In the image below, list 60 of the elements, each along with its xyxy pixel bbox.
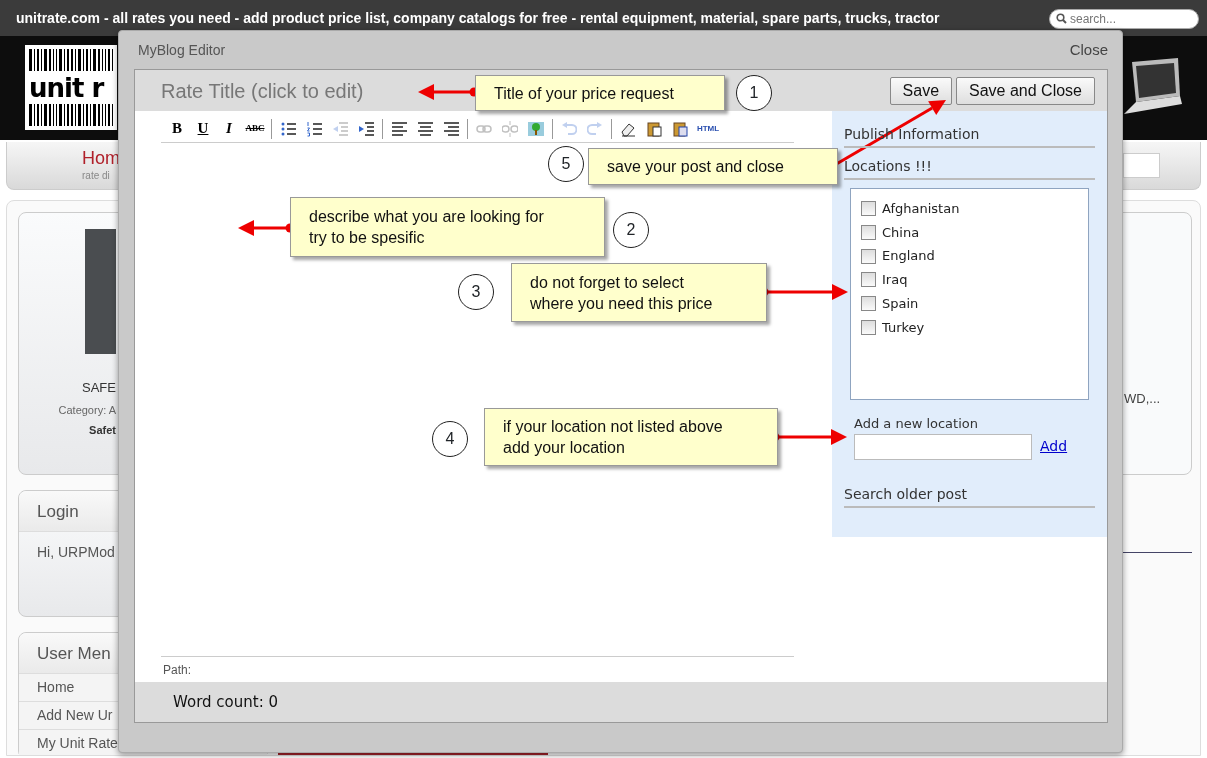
checkbox[interactable] [861,248,876,264]
callout-text: try to be spesific [309,228,426,248]
barcode-icon [29,49,113,71]
checkbox[interactable] [861,319,876,335]
underline-button[interactable]: U [191,118,215,139]
align-left-icon [391,120,407,137]
callout-text: save your post and close [607,157,785,177]
checkbox-label: Spain [882,294,919,313]
checkbox-label: Afghanistan [882,200,960,219]
html-button[interactable]: HTML [694,118,722,139]
undo-icon [561,120,577,137]
nav-subtitle: rate di [82,169,111,183]
checkbox[interactable] [861,296,876,312]
greeting-text: Hi, URPMod [36,542,116,562]
outdent-icon [332,120,348,137]
checkbox[interactable] [861,225,876,241]
word-count: Word count: 0 [173,691,278,713]
checkbox[interactable] [861,272,876,288]
bullet-list-icon [280,120,296,137]
paste-word-icon [672,120,688,137]
checkbox-label: Iraq [882,271,908,290]
field-label: Add a new location [853,415,979,433]
logo[interactable]: unit r [25,45,117,130]
product-name: SAFE [81,379,116,397]
close-link[interactable]: Close [1069,38,1108,62]
checkbox-label: Turkey [882,318,925,337]
location-input[interactable] [854,433,1032,460]
save-button[interactable]: Save [889,76,953,105]
indent-icon [358,120,374,137]
bold-button[interactable]: B [165,118,189,139]
site-tagline: unitrate.com - all rates you need - add product price list, company catalogs for free - rental equipment, material, spare parts, trucks, tractor [16,8,940,28]
unlink-icon [502,120,518,137]
product-description: Safet [88,423,116,438]
save-close-button[interactable]: Save and Close [956,76,1095,105]
numbered-list-icon [306,120,322,137]
section-heading: Locations !!! [844,156,1095,180]
image-icon [528,120,544,137]
section-heading: Search older post [844,483,1095,508]
product-category: Category: A [57,402,116,418]
callout-text: describe what you are looking for [309,207,545,227]
callout-text: if your location not listed above [503,417,724,437]
align-right-icon [443,120,459,137]
callout-text: do not forget to select [530,272,685,293]
italic-button[interactable]: I [217,118,241,139]
redo-icon [587,120,603,137]
align-center-icon [417,120,433,137]
callout-text: where you need this price [530,293,714,314]
card-text: WD,... [1124,389,1161,408]
dialog-title: MyBlog Editor [138,40,226,60]
callout-text: add your location [503,438,626,458]
add-link[interactable]: Add [1040,436,1068,457]
checkbox-label: England [882,247,935,266]
input-field[interactable] [1123,153,1160,178]
callout-text: Title of your price request [494,83,675,104]
barcode-icon [29,104,113,126]
search-field[interactable]: search... [1049,9,1199,29]
paste-text-icon [646,120,662,137]
checkbox-label: China [882,223,920,242]
strikethrough-button[interactable]: ABC [243,118,267,139]
checkbox[interactable] [861,201,876,217]
